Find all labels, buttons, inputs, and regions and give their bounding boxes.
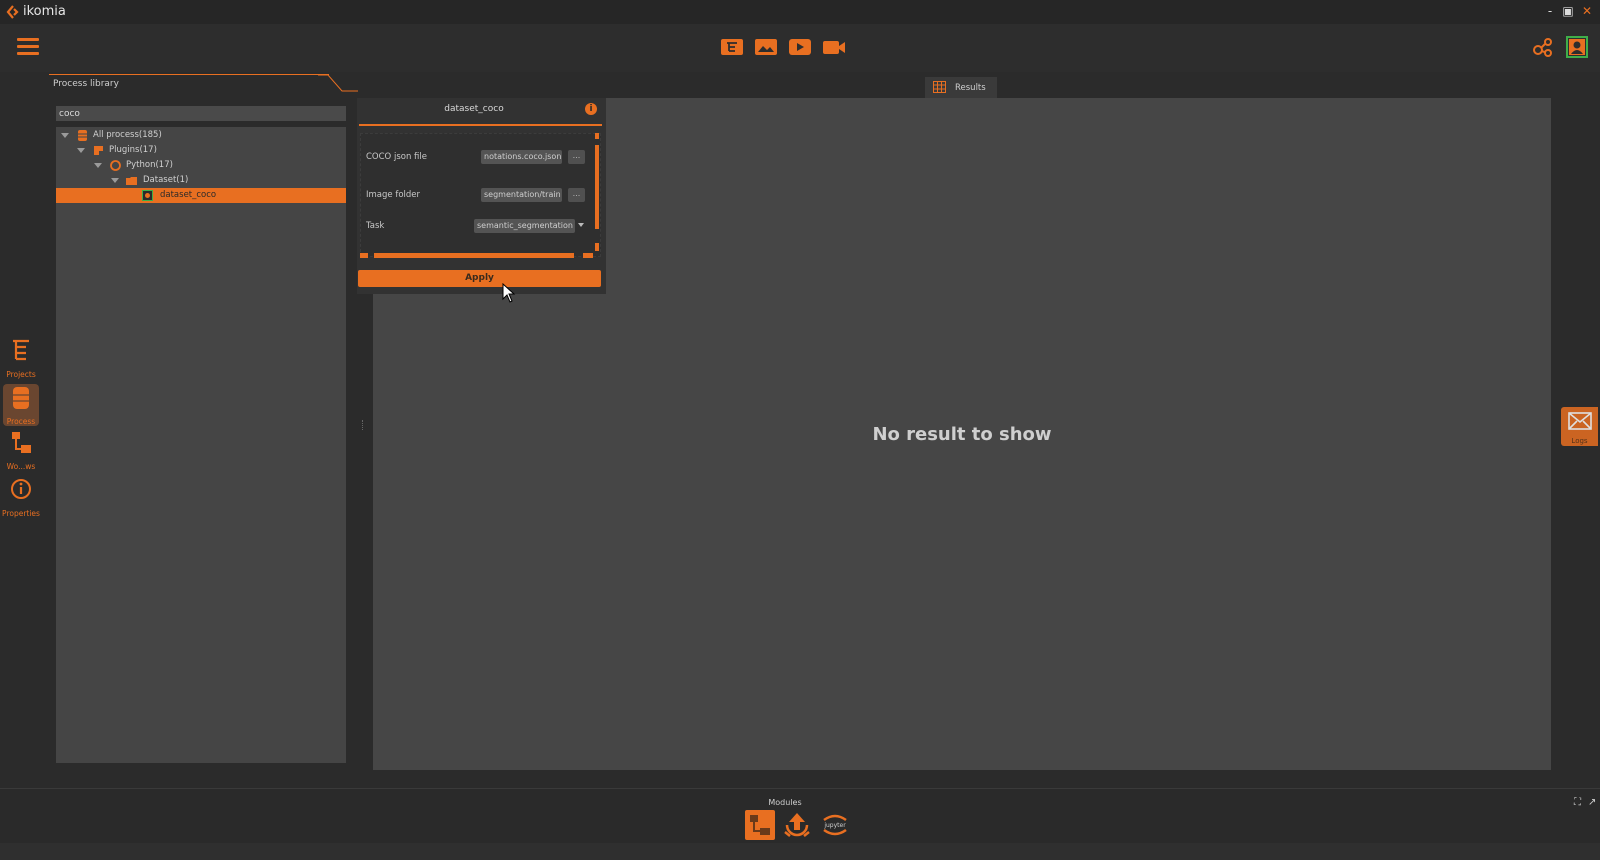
svg-text:jupyter: jupyter bbox=[823, 822, 846, 829]
no-result-message: No result to show bbox=[872, 424, 1052, 445]
hamburger-menu-icon[interactable] bbox=[17, 38, 39, 56]
app-title: ikomia bbox=[23, 4, 66, 19]
maximize-button[interactable]: ▣ bbox=[1560, 3, 1576, 19]
workflow-module-icon[interactable] bbox=[745, 810, 775, 840]
table-icon bbox=[933, 81, 946, 93]
deploy-module-icon[interactable] bbox=[782, 810, 812, 840]
process-icon bbox=[142, 190, 153, 201]
horizontal-scrollbar[interactable] bbox=[360, 253, 595, 258]
tab-edge bbox=[318, 74, 358, 92]
coco-json-file-field[interactable]: notations.coco.json bbox=[481, 150, 562, 164]
task-label: Task bbox=[366, 221, 385, 231]
minimize-button[interactable]: - bbox=[1542, 3, 1558, 19]
folder-icon bbox=[126, 177, 137, 185]
sidebar-item-label: Process bbox=[6, 417, 36, 426]
sidebar-item-label: Wo...ws bbox=[6, 462, 36, 471]
title-bar: ikomia - ▣ ✕ bbox=[0, 0, 1600, 24]
jupyter-icon[interactable]: jupyter bbox=[820, 810, 850, 840]
image-icon[interactable] bbox=[754, 37, 778, 57]
browse-json-button[interactable]: ... bbox=[568, 150, 585, 164]
tree-icon[interactable] bbox=[720, 37, 744, 57]
chevron-down-icon[interactable] bbox=[61, 133, 69, 138]
tree-item-dataset-coco[interactable]: dataset_coco bbox=[56, 188, 346, 203]
chevron-down-icon[interactable] bbox=[578, 223, 584, 227]
parameter-panel-title: dataset_coco bbox=[444, 104, 504, 114]
tab-results-label: Results bbox=[955, 83, 986, 93]
tree-item-label: dataset_coco bbox=[160, 190, 217, 200]
sidebar-item-process[interactable]: Process bbox=[3, 384, 39, 426]
sidebar-item-projects[interactable]: Projects bbox=[0, 337, 42, 379]
browse-folder-button[interactable]: ... bbox=[568, 188, 585, 202]
status-strip bbox=[0, 843, 1600, 860]
mail-icon bbox=[1568, 412, 1592, 430]
tree-item-label: All process(185) bbox=[93, 130, 162, 140]
tree-item-plugins[interactable]: Plugins(17) bbox=[56, 143, 346, 158]
task-select[interactable]: semantic_segmentation bbox=[474, 219, 575, 233]
tree-item-label: Dataset(1) bbox=[143, 175, 189, 185]
panel-splitter[interactable] bbox=[362, 420, 364, 430]
chevron-down-icon[interactable] bbox=[77, 148, 85, 153]
tree-item-python[interactable]: Python(17) bbox=[56, 158, 346, 173]
video-camera-icon[interactable] bbox=[822, 37, 846, 57]
user-icon[interactable] bbox=[1566, 36, 1588, 58]
panel-divider bbox=[359, 124, 602, 126]
modules-label: Modules bbox=[768, 798, 802, 807]
projects-icon bbox=[13, 339, 29, 361]
image-folder-label: Image folder bbox=[366, 190, 420, 200]
sidebar-item-workflows[interactable]: Wo...ws bbox=[0, 429, 42, 471]
workflows-icon bbox=[12, 432, 31, 453]
sidebar-item-label: Properties bbox=[2, 509, 40, 518]
sidebar-item-properties[interactable]: Properties bbox=[0, 476, 42, 518]
image-folder-field[interactable]: segmentation/train bbox=[481, 188, 562, 202]
puzzle-icon bbox=[94, 146, 103, 155]
logs-label: Logs bbox=[1571, 437, 1588, 445]
python-icon bbox=[110, 160, 121, 171]
tree-item-label: Python(17) bbox=[126, 160, 173, 170]
expand-icon[interactable]: ⛶ bbox=[1574, 797, 1581, 808]
ikomia-logo-icon bbox=[6, 5, 19, 19]
share-icon[interactable] bbox=[1532, 36, 1554, 58]
process-search-input[interactable] bbox=[56, 106, 346, 121]
play-icon[interactable] bbox=[788, 37, 812, 57]
mouse-cursor-icon bbox=[502, 283, 516, 303]
tab-results[interactable]: Results bbox=[925, 77, 997, 98]
process-database-icon bbox=[13, 387, 29, 409]
coco-json-file-label: COCO json file bbox=[366, 152, 427, 162]
process-library-label: Process library bbox=[53, 79, 119, 89]
info-icon bbox=[11, 479, 31, 499]
chevron-down-icon[interactable] bbox=[94, 163, 102, 168]
chevron-down-icon[interactable] bbox=[111, 178, 119, 183]
tree-item-all-process[interactable]: All process(185) bbox=[56, 128, 346, 143]
process-tree: All process(185) Plugins(17) Python(17) … bbox=[56, 127, 346, 763]
logs-button[interactable]: Logs bbox=[1561, 407, 1598, 446]
tree-item-label: Plugins(17) bbox=[109, 145, 157, 155]
popout-icon[interactable]: ↗ bbox=[1588, 797, 1596, 808]
database-icon bbox=[78, 130, 87, 141]
sidebar-item-label: Projects bbox=[6, 370, 36, 379]
tree-item-dataset[interactable]: Dataset(1) bbox=[56, 173, 346, 188]
vertical-scrollbar[interactable] bbox=[595, 133, 599, 256]
info-icon[interactable]: i bbox=[585, 103, 597, 115]
close-button[interactable]: ✕ bbox=[1579, 3, 1595, 19]
apply-button[interactable]: Apply bbox=[358, 270, 601, 287]
